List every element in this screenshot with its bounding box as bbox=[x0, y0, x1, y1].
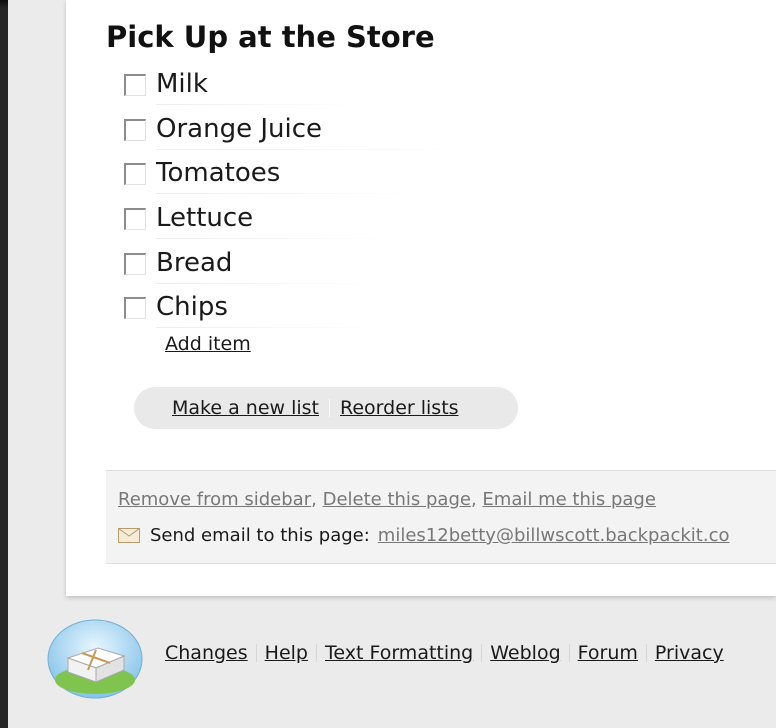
page-options-box: Remove from sidebar, Delete this page, E… bbox=[106, 470, 776, 564]
make-new-list-link[interactable]: Make a new list bbox=[172, 397, 319, 419]
browser-window: Pick Up at the Store Milk Orange Juice T… bbox=[8, 0, 776, 728]
divider bbox=[315, 644, 317, 662]
divider bbox=[255, 644, 257, 662]
todo-list: Milk Orange Juice Tomatoes Lettuce Bread… bbox=[124, 62, 472, 330]
item-checkbox[interactable] bbox=[124, 74, 146, 97]
list-title: Pick Up at the Store bbox=[106, 20, 435, 54]
item-label: Chips bbox=[156, 292, 378, 329]
list-item: Orange Juice bbox=[124, 107, 472, 152]
footer-link-forum[interactable]: Forum bbox=[578, 642, 638, 664]
page-content: Pick Up at the Store Milk Orange Juice T… bbox=[66, 0, 776, 596]
item-checkbox[interactable] bbox=[124, 297, 146, 320]
list-item: Bread bbox=[124, 240, 472, 285]
page-actions: Remove from sidebar, Delete this page, E… bbox=[118, 489, 656, 510]
footer-link-changes[interactable]: Changes bbox=[165, 642, 248, 664]
item-checkbox[interactable] bbox=[124, 252, 146, 275]
divider bbox=[329, 399, 330, 417]
footer-link-weblog[interactable]: Weblog bbox=[490, 642, 560, 664]
remove-from-sidebar-link[interactable]: Remove from sidebar bbox=[118, 489, 311, 510]
list-item: Lettuce bbox=[124, 196, 472, 241]
comma-separator: , bbox=[311, 489, 323, 510]
email-label: Send email to this page: bbox=[150, 525, 370, 546]
list-actions-bar: Make a new list Reorder lists bbox=[134, 387, 518, 429]
list-item: Chips bbox=[124, 285, 472, 330]
divider bbox=[568, 644, 570, 662]
comma-separator: , bbox=[470, 489, 483, 510]
email-page-link[interactable]: Email me this page bbox=[482, 489, 656, 510]
envelope-icon bbox=[118, 528, 140, 543]
reorder-lists-link[interactable]: Reorder lists bbox=[340, 397, 459, 419]
item-label: Orange Juice bbox=[156, 113, 472, 150]
item-label: Bread bbox=[156, 247, 383, 284]
footer-nav: Changes Help Text Formatting Weblog Foru… bbox=[165, 642, 724, 664]
add-item-link[interactable]: Add item bbox=[165, 333, 251, 355]
divider bbox=[481, 644, 483, 662]
list-item: Tomatoes bbox=[124, 151, 472, 196]
delete-page-link[interactable]: Delete this page bbox=[323, 489, 471, 510]
divider bbox=[645, 644, 647, 662]
item-checkbox[interactable] bbox=[124, 118, 146, 141]
item-checkbox[interactable] bbox=[124, 208, 146, 231]
item-label: Tomatoes bbox=[156, 158, 431, 195]
email-to-page: Send email to this page: miles12betty@bi… bbox=[118, 525, 729, 546]
email-address-link[interactable]: miles12betty@billwscott.backpackit.co bbox=[378, 525, 730, 546]
footer-link-help[interactable]: Help bbox=[265, 642, 308, 664]
list-item: Milk bbox=[124, 62, 472, 107]
backpack-logo-icon bbox=[47, 619, 143, 699]
item-label: Milk bbox=[156, 69, 358, 106]
item-checkbox[interactable] bbox=[124, 163, 146, 186]
footer-link-privacy[interactable]: Privacy bbox=[655, 642, 724, 664]
footer-link-text-formatting[interactable]: Text Formatting bbox=[325, 642, 473, 664]
item-label: Lettuce bbox=[156, 203, 404, 240]
